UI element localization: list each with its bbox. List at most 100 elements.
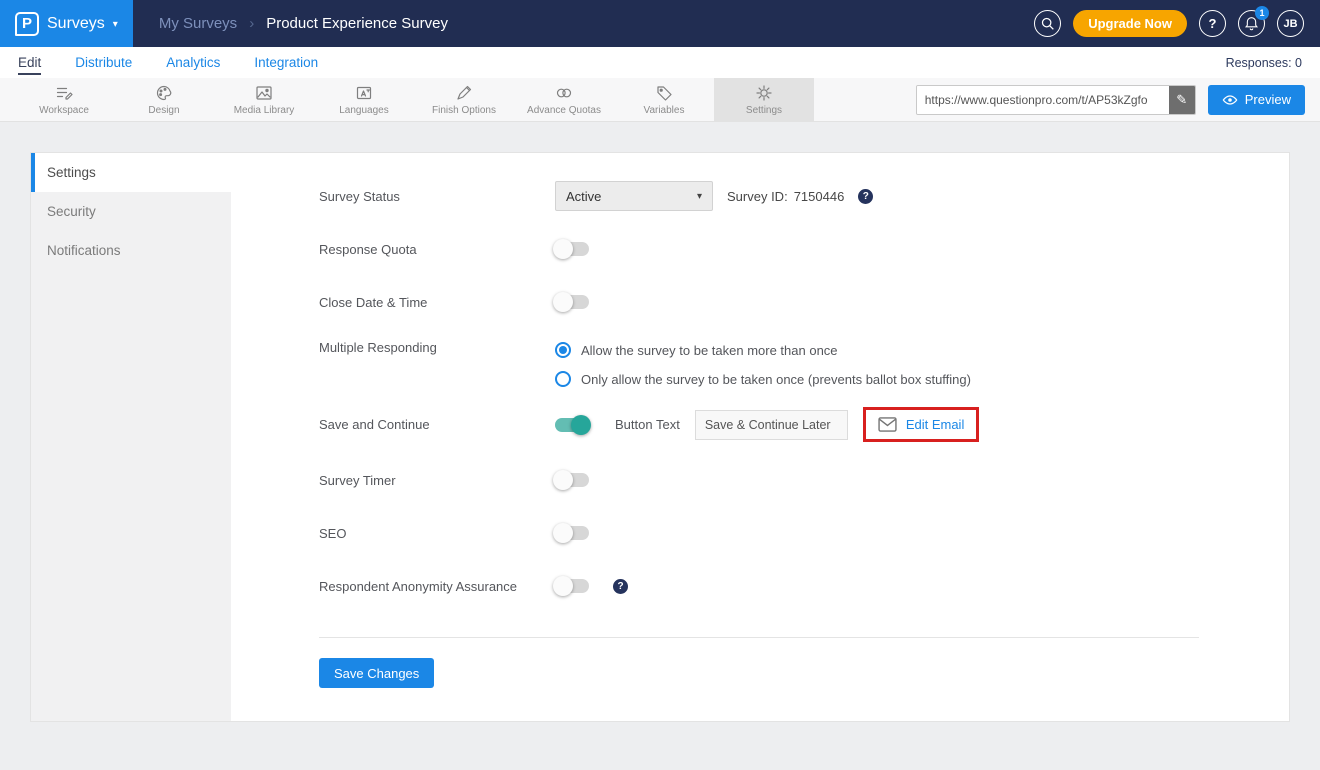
- notification-count-badge: 1: [1255, 6, 1269, 20]
- seo-label: SEO: [319, 526, 555, 541]
- top-header: P Surveys ▾ My Surveys › Product Experie…: [0, 0, 1320, 47]
- survey-status-select[interactable]: Active ▾: [555, 181, 713, 211]
- anonymity-label: Respondent Anonymity Assurance: [319, 579, 555, 594]
- toolbar-item-advance-quotas[interactable]: Advance Quotas: [514, 78, 614, 121]
- questionpro-logo: P: [15, 12, 39, 36]
- notifications-button[interactable]: 1: [1238, 10, 1265, 37]
- workspace-icon: [55, 84, 73, 102]
- select-caret-icon: ▾: [697, 191, 702, 202]
- anonymity-row: Respondent Anonymity Assurance ?: [319, 571, 1199, 601]
- advance-quotas-icon: [555, 84, 573, 102]
- save-continue-row: Save and Continue Button Text Edit Email: [319, 407, 1199, 442]
- preview-button[interactable]: Preview: [1208, 85, 1305, 115]
- breadcrumb-separator: ›: [249, 15, 254, 32]
- survey-id-label: Survey ID:: [727, 189, 788, 204]
- form-divider: [319, 637, 1199, 638]
- toolbar-item-workspace[interactable]: Workspace: [14, 78, 114, 121]
- toolbar-item-languages[interactable]: Languages: [314, 78, 414, 121]
- response-quota-toggle[interactable]: [555, 242, 589, 256]
- survey-status-row: Survey Status Active ▾ Survey ID: 715044…: [319, 181, 1199, 211]
- settings-gear-icon: [755, 84, 773, 102]
- tab-distribute[interactable]: Distribute: [75, 55, 132, 70]
- settings-sidebar: Settings Security Notifications: [31, 153, 231, 721]
- button-text-input[interactable]: [695, 410, 848, 440]
- survey-url-box: ✎: [916, 85, 1196, 115]
- edit-toolbar: Workspace Design Media Library Languages…: [0, 78, 1320, 122]
- radio-selected-icon: [555, 342, 571, 358]
- response-quota-row: Response Quota: [319, 234, 1199, 264]
- tab-edit[interactable]: Edit: [18, 55, 41, 70]
- close-date-toggle[interactable]: [555, 295, 589, 309]
- sidebar-item-settings[interactable]: Settings: [31, 153, 231, 192]
- multiple-responding-options: Allow the survey to be taken more than o…: [555, 340, 971, 387]
- sidebar-item-security[interactable]: Security: [31, 192, 231, 231]
- toggle-knob: [553, 523, 573, 543]
- edit-email-button[interactable]: Edit Email: [866, 410, 977, 439]
- toggle-knob: [571, 415, 591, 435]
- tab-analytics[interactable]: Analytics: [166, 55, 220, 70]
- upgrade-now-button[interactable]: Upgrade Now: [1073, 10, 1187, 37]
- question-mark-icon: ?: [1209, 16, 1217, 31]
- settings-card: Settings Security Notifications Survey S…: [30, 152, 1290, 722]
- survey-id-value: 7150446: [794, 189, 845, 204]
- survey-timer-row: Survey Timer: [319, 465, 1199, 495]
- tab-integration[interactable]: Integration: [254, 55, 318, 70]
- main-area: Settings Security Notifications Survey S…: [0, 122, 1320, 722]
- languages-icon: [355, 84, 373, 102]
- survey-status-label: Survey Status: [319, 189, 555, 204]
- edit-url-button[interactable]: ✎: [1169, 86, 1195, 114]
- annotation-highlight-box: Edit Email: [863, 407, 980, 442]
- surveys-menu-label: Surveys: [47, 15, 105, 33]
- pencil-icon: ✎: [1176, 92, 1187, 108]
- seo-row: SEO: [319, 518, 1199, 548]
- breadcrumb-my-surveys[interactable]: My Surveys: [159, 15, 237, 32]
- response-quota-label: Response Quota: [319, 242, 555, 257]
- toggle-knob: [553, 292, 573, 312]
- help-button[interactable]: ?: [1199, 10, 1226, 37]
- responses-count: Responses: 0: [1226, 56, 1302, 70]
- breadcrumb-current-survey: Product Experience Survey: [266, 15, 448, 32]
- header-actions: Upgrade Now ? 1 JB: [1034, 10, 1320, 37]
- anonymity-toggle[interactable]: [555, 579, 589, 593]
- survey-url-input[interactable]: [917, 86, 1169, 114]
- close-date-row: Close Date & Time: [319, 287, 1199, 317]
- toggle-knob: [553, 470, 573, 490]
- seo-toggle[interactable]: [555, 526, 589, 540]
- anonymity-help-icon[interactable]: ?: [613, 579, 628, 594]
- design-palette-icon: [155, 84, 173, 102]
- survey-id-help-icon[interactable]: ?: [858, 189, 873, 204]
- toolbar-item-variables[interactable]: Variables: [614, 78, 714, 121]
- survey-timer-label: Survey Timer: [319, 473, 555, 488]
- finish-options-icon: [455, 84, 473, 102]
- survey-timer-toggle[interactable]: [555, 473, 589, 487]
- envelope-icon: [878, 417, 897, 432]
- radio-allow-once[interactable]: Only allow the survey to be taken once (…: [555, 371, 971, 387]
- radio-allow-multiple[interactable]: Allow the survey to be taken more than o…: [555, 342, 971, 358]
- surveys-app-menu[interactable]: P Surveys ▾: [0, 0, 133, 47]
- settings-form: Survey Status Active ▾ Survey ID: 715044…: [231, 153, 1289, 721]
- toolbar-item-media-library[interactable]: Media Library: [214, 78, 314, 121]
- search-button[interactable]: [1034, 10, 1061, 37]
- variables-tag-icon: [655, 84, 673, 102]
- search-icon: [1040, 16, 1055, 31]
- multiple-responding-row: Multiple Responding Allow the survey to …: [319, 340, 1199, 387]
- toolbar-item-finish-options[interactable]: Finish Options: [414, 78, 514, 121]
- media-library-icon: [255, 84, 273, 102]
- survey-status-value: Active: [566, 189, 601, 204]
- radio-unselected-icon: [555, 371, 571, 387]
- save-continue-toggle[interactable]: [555, 418, 589, 432]
- toolbar-right-actions: ✎ Preview: [916, 78, 1320, 121]
- multiple-responding-label: Multiple Responding: [319, 340, 555, 355]
- toolbar-item-settings[interactable]: Settings: [714, 78, 814, 121]
- close-date-label: Close Date & Time: [319, 295, 555, 310]
- chevron-down-icon: ▾: [113, 19, 118, 30]
- sidebar-item-notifications[interactable]: Notifications: [31, 231, 231, 270]
- avatar-initials: JB: [1283, 18, 1297, 30]
- save-changes-button[interactable]: Save Changes: [319, 658, 434, 688]
- toggle-knob: [553, 239, 573, 259]
- save-continue-label: Save and Continue: [319, 417, 555, 432]
- toggle-knob: [553, 576, 573, 596]
- avatar[interactable]: JB: [1277, 10, 1304, 37]
- breadcrumb: My Surveys › Product Experience Survey: [159, 15, 448, 32]
- toolbar-item-design[interactable]: Design: [114, 78, 214, 121]
